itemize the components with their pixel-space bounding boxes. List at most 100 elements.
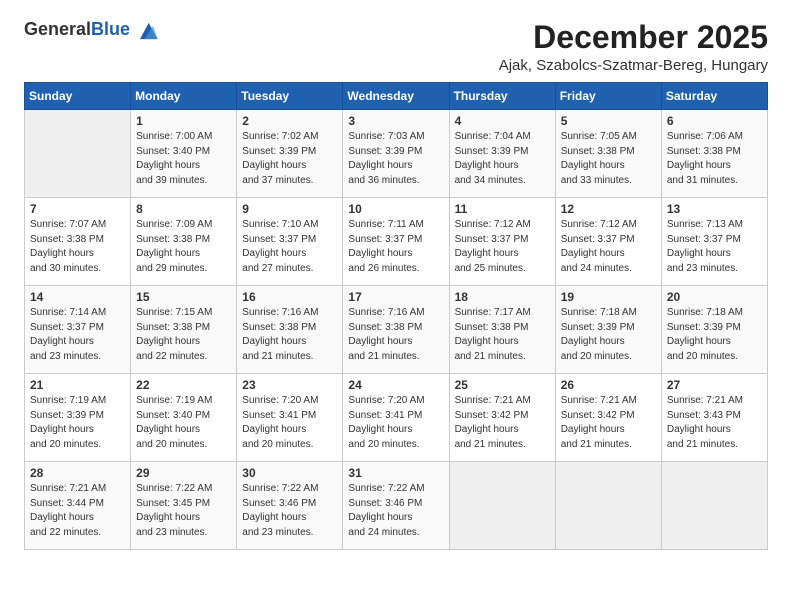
day-number: 23 [242,378,337,392]
calendar-cell: 4 Sunrise: 7:04 AMSunset: 3:39 PMDaylight… [449,110,555,198]
day-info: Sunrise: 7:19 AMSunset: 3:39 PMDaylight … [30,394,125,452]
weekday-header-saturday: Saturday [661,83,767,110]
calendar-cell: 29 Sunrise: 7:22 AMSunset: 3:45 PMDayligh… [131,462,237,550]
weekday-header-monday: Monday [131,83,237,110]
logo-icon [137,20,159,42]
day-number: 17 [348,290,443,304]
day-info: Sunrise: 7:03 AMSunset: 3:39 PMDaylight … [348,130,443,188]
day-number: 19 [561,290,656,304]
calendar-header: SundayMondayTuesdayWednesdayThursdayFrid… [25,83,768,110]
day-info: Sunrise: 7:22 AMSunset: 3:46 PMDaylight … [348,482,443,540]
day-number: 3 [348,114,443,128]
day-info: Sunrise: 7:22 AMSunset: 3:46 PMDaylight … [242,482,337,540]
day-info: Sunrise: 7:19 AMSunset: 3:40 PMDaylight … [136,394,231,452]
day-number: 13 [667,202,762,216]
calendar-cell: 31 Sunrise: 7:22 AMSunset: 3:46 PMDayligh… [343,462,449,550]
calendar-cell: 27 Sunrise: 7:21 AMSunset: 3:43 PMDayligh… [661,374,767,462]
day-number: 18 [455,290,550,304]
day-info: Sunrise: 7:22 AMSunset: 3:45 PMDaylight … [136,482,231,540]
calendar-cell: 3 Sunrise: 7:03 AMSunset: 3:39 PMDaylight… [343,110,449,198]
calendar-week-5: 28Sunrise: 7:21 AMSunset: 3:44 PMDayligh… [25,462,768,550]
day-number: 20 [667,290,762,304]
logo: GeneralBlue [24,20,159,42]
day-number: 6 [667,114,762,128]
day-number: 16 [242,290,337,304]
calendar-cell: 25 Sunrise: 7:21 AMSunset: 3:42 PMDayligh… [449,374,555,462]
day-info: Sunrise: 7:11 AMSunset: 3:37 PMDaylight … [348,218,443,276]
day-number: 10 [348,202,443,216]
location-title: Ajak, Szabolcs-Szatmar-Bereg, Hungary [499,57,768,74]
day-number: 15 [136,290,231,304]
calendar-cell: 26 Sunrise: 7:21 AMSunset: 3:42 PMDayligh… [555,374,661,462]
calendar-table: SundayMondayTuesdayWednesdayThursdayFrid… [24,82,768,550]
day-info: Sunrise: 7:18 AMSunset: 3:39 PMDaylight … [561,306,656,364]
day-info: Sunrise: 7:12 AMSunset: 3:37 PMDaylight … [561,218,656,276]
page-header: GeneralBlue December 2025 Ajak, Szabolcs… [24,20,768,74]
day-info: Sunrise: 7:02 AMSunset: 3:39 PMDaylight … [242,130,337,188]
calendar-cell: 14 Sunrise: 7:14 AMSunset: 3:37 PMDayligh… [25,286,131,374]
day-info: Sunrise: 7:21 AMSunset: 3:42 PMDaylight … [455,394,550,452]
calendar-week-2: 7 Sunrise: 7:07 AMSunset: 3:38 PMDaylight… [25,198,768,286]
calendar-cell: 12 Sunrise: 7:12 AMSunset: 3:37 PMDayligh… [555,198,661,286]
day-info: Sunrise: 7:14 AMSunset: 3:37 PMDaylight … [30,306,125,364]
weekday-header-thursday: Thursday [449,83,555,110]
calendar-cell: 21 Sunrise: 7:19 AMSunset: 3:39 PMDayligh… [25,374,131,462]
day-info: Sunrise: 7:15 AMSunset: 3:38 PMDaylight … [136,306,231,364]
calendar-cell: 11Sunrise: 7:12 AMSunset: 3:37 PMDayligh… [449,198,555,286]
day-info: Sunrise: 7:13 AMSunset: 3:37 PMDaylight … [667,218,762,276]
calendar-cell [449,462,555,550]
weekday-header-tuesday: Tuesday [237,83,343,110]
day-info: Sunrise: 7:09 AMSunset: 3:38 PMDaylight … [136,218,231,276]
calendar-cell: 28Sunrise: 7:21 AMSunset: 3:44 PMDayligh… [25,462,131,550]
calendar-cell: 15 Sunrise: 7:15 AMSunset: 3:38 PMDayligh… [131,286,237,374]
calendar-cell: 30 Sunrise: 7:22 AMSunset: 3:46 PMDayligh… [237,462,343,550]
day-number: 4 [455,114,550,128]
day-number: 22 [136,378,231,392]
calendar-body: 1 Sunrise: 7:00 AMSunset: 3:40 PMDaylight… [25,110,768,550]
day-info: Sunrise: 7:18 AMSunset: 3:39 PMDaylight … [667,306,762,364]
day-info: Sunrise: 7:21 AMSunset: 3:43 PMDaylight … [667,394,762,452]
day-number: 12 [561,202,656,216]
calendar-cell: 24 Sunrise: 7:20 AMSunset: 3:41 PMDayligh… [343,374,449,462]
logo-blue-text: Blue [91,19,130,39]
day-info: Sunrise: 7:00 AMSunset: 3:40 PMDaylight … [136,130,231,188]
day-number: 27 [667,378,762,392]
calendar-cell: 16 Sunrise: 7:16 AMSunset: 3:38 PMDayligh… [237,286,343,374]
day-info: Sunrise: 7:05 AMSunset: 3:38 PMDaylight … [561,130,656,188]
day-number: 14 [30,290,125,304]
day-info: Sunrise: 7:20 AMSunset: 3:41 PMDaylight … [242,394,337,452]
day-number: 31 [348,466,443,480]
calendar-cell: 18 Sunrise: 7:17 AMSunset: 3:38 PMDayligh… [449,286,555,374]
day-info: Sunrise: 7:04 AMSunset: 3:39 PMDaylight … [455,130,550,188]
calendar-week-1: 1 Sunrise: 7:00 AMSunset: 3:40 PMDaylight… [25,110,768,198]
day-number: 26 [561,378,656,392]
day-info: Sunrise: 7:20 AMSunset: 3:41 PMDaylight … [348,394,443,452]
day-number: 1 [136,114,231,128]
calendar-cell: 8 Sunrise: 7:09 AMSunset: 3:38 PMDaylight… [131,198,237,286]
day-info: Sunrise: 7:17 AMSunset: 3:38 PMDaylight … [455,306,550,364]
day-info: Sunrise: 7:10 AMSunset: 3:37 PMDaylight … [242,218,337,276]
weekday-header-sunday: Sunday [25,83,131,110]
calendar-cell [661,462,767,550]
day-number: 8 [136,202,231,216]
calendar-week-4: 21 Sunrise: 7:19 AMSunset: 3:39 PMDayligh… [25,374,768,462]
day-info: Sunrise: 7:21 AMSunset: 3:42 PMDaylight … [561,394,656,452]
day-number: 30 [242,466,337,480]
day-info: Sunrise: 7:07 AMSunset: 3:38 PMDaylight … [30,218,125,276]
calendar-cell: 22 Sunrise: 7:19 AMSunset: 3:40 PMDayligh… [131,374,237,462]
day-number: 21 [30,378,125,392]
weekday-header-row: SundayMondayTuesdayWednesdayThursdayFrid… [25,83,768,110]
calendar-cell: 9Sunrise: 7:10 AMSunset: 3:37 PMDaylight… [237,198,343,286]
day-number: 7 [30,202,125,216]
calendar-cell: 2Sunrise: 7:02 AMSunset: 3:39 PMDaylight… [237,110,343,198]
day-info: Sunrise: 7:12 AMSunset: 3:37 PMDaylight … [455,218,550,276]
calendar-cell: 17Sunrise: 7:16 AMSunset: 3:38 PMDayligh… [343,286,449,374]
day-info: Sunrise: 7:16 AMSunset: 3:38 PMDaylight … [242,306,337,364]
month-title: December 2025 [499,20,768,55]
day-number: 29 [136,466,231,480]
day-number: 24 [348,378,443,392]
weekday-header-friday: Friday [555,83,661,110]
calendar-cell: 6Sunrise: 7:06 AMSunset: 3:38 PMDaylight… [661,110,767,198]
day-number: 25 [455,378,550,392]
calendar-cell: 20 Sunrise: 7:18 AMSunset: 3:39 PMDayligh… [661,286,767,374]
